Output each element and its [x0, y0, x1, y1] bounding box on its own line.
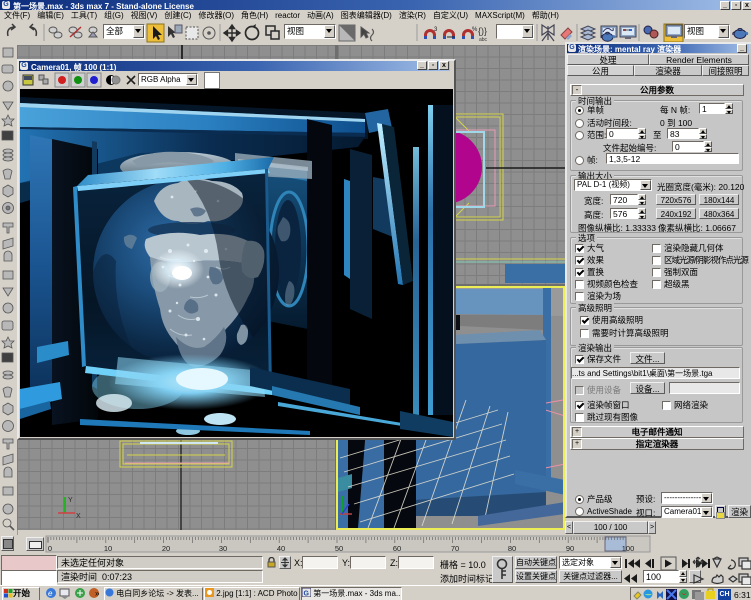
svg-text:e: e	[48, 589, 53, 598]
svg-text:3: 3	[434, 27, 438, 33]
svg-text:Y: Y	[68, 497, 73, 504]
svg-text:G: G	[304, 591, 310, 598]
svg-text:{)}: {)}	[478, 26, 487, 36]
svg-text:X: X	[76, 513, 81, 520]
svg-text:abc: abc	[479, 37, 488, 43]
